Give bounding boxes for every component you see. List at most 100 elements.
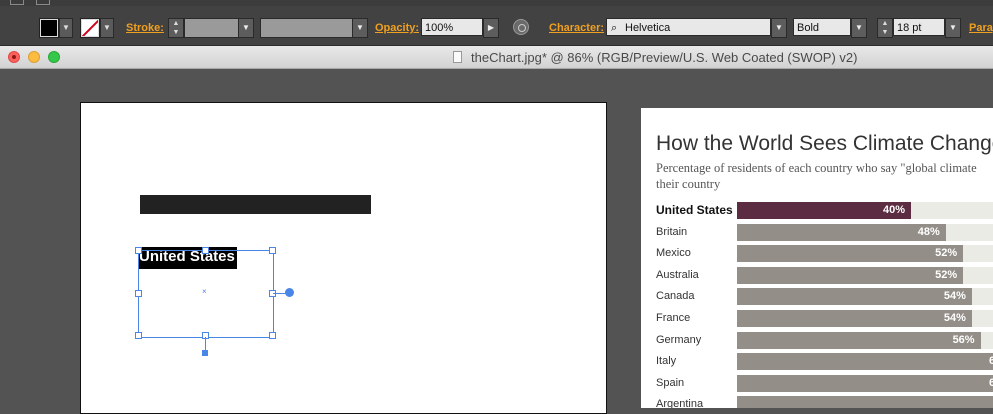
bar-track: 52% [737,266,993,284]
bar: 54% [737,288,972,306]
font-style-input[interactable]: Bold [793,18,851,36]
bar-value-label: 52% [935,247,958,260]
bar-track: 40% [737,202,993,219]
bar-category-label: Australia [656,268,699,281]
bar: 48% [737,223,946,241]
stroke-label[interactable]: Stroke: [126,22,164,34]
chart-subtitle-line: their country [656,177,721,191]
artboard[interactable]: United States × [80,102,607,414]
opacity-input[interactable]: 100% [421,18,483,36]
font-size-spinner[interactable]: ▲ ▼ [877,18,893,38]
bar-category-label: Argentina [656,398,704,408]
bar-row: Canada 54% [641,288,993,306]
bar-category-label: France [656,312,691,324]
bar-value-label: 52% [935,268,958,281]
stroke-swatch-dropdown-icon[interactable]: ▼ [100,18,114,38]
anchor-line [205,337,206,351]
fill-swatch[interactable] [40,19,58,37]
bar-track: 52% [737,245,993,263]
profile-dropdown-icon[interactable]: ▼ [352,18,368,38]
bar-category-label: Germany [656,333,702,346]
font-size-dropdown-icon[interactable]: ▼ [945,18,961,38]
bar: 52% [737,266,964,284]
resize-handle[interactable] [135,247,142,254]
resize-handle[interactable] [269,332,276,339]
bar-category-label: Canada [656,290,695,303]
font-size-input[interactable]: 18 pt [893,18,945,36]
stroke-weight-spinner[interactable]: ▲ ▼ [168,18,184,38]
paragraph-label[interactable]: Parag [969,22,993,34]
stroke-swatch[interactable] [81,19,99,37]
font-family-value: Helvetica [625,22,671,34]
bar-row: France 54% [641,310,993,327]
bar-row: United States 40% [641,202,993,219]
search-icon: ⌕ [611,22,618,34]
resize-handle[interactable] [202,247,209,254]
bar-row: Mexico 52% [641,245,993,263]
bar-category-label: Mexico [656,247,691,260]
center-point-icon: × [202,287,207,296]
bar-value-label: 54% [943,312,966,324]
bar-category-label: Britain [656,225,688,238]
bar-category-label: Spain [656,376,685,389]
bar-row: Argentina [641,396,993,408]
text-out-port[interactable] [285,288,294,297]
resize-handle[interactable] [135,332,142,339]
bar-row: Britain 48% [641,223,993,241]
bar-value-label: 48% [917,225,940,238]
font-family-dropdown-icon[interactable]: ▼ [771,18,787,38]
bar: 52% [737,245,964,263]
opacity-arrow-icon[interactable]: ▶ [483,18,499,38]
bar-track: 54% [737,288,993,306]
close-window-button[interactable] [8,51,20,63]
control-bar: ▼ ▼ Stroke: ▲ ▼ ▼ ▼ Opacity: 100% ▶ Chara… [0,6,993,46]
canvas-workspace[interactable]: United States × How the World Sees Clima… [0,69,993,414]
reference-chart-image: How the World Sees Climate Change Percen… [641,108,993,408]
text-anchor-handle[interactable] [202,350,208,356]
bar-row: Spain 6 [641,374,993,392]
zoom-window-button[interactable] [48,51,60,63]
bar: 6 [737,353,993,371]
opacity-label[interactable]: Opacity: [375,22,419,34]
bar-category-label: Italy [656,355,677,368]
chart-title: How the World Sees Climate Change [656,132,993,155]
resize-handle[interactable] [135,290,142,297]
document-title-bar[interactable]: theChart.jpg* @ 86% (RGB/Preview/U.S. We… [0,46,993,69]
bar-row: Italy 6 [641,353,993,371]
bar-value-label: 54% [943,290,966,303]
bar: 54% [737,310,972,327]
top-strip-box [36,0,50,5]
stroke-weight-field[interactable] [184,18,240,38]
recolor-artwork-icon[interactable] [513,19,529,35]
font-style-dropdown-icon[interactable]: ▼ [851,18,867,38]
bar-track: 6 [737,353,993,371]
character-label[interactable]: Character: [549,22,604,34]
minimize-window-button[interactable] [28,51,40,63]
bar-value-label: 6 [989,355,993,368]
resize-handle[interactable] [269,247,276,254]
fill-dropdown-icon[interactable]: ▼ [59,18,73,38]
bar-track [737,396,993,408]
bar: 6 [737,374,993,392]
bar: 40% [737,202,911,219]
bar-row: Australia 52% [641,266,993,284]
bar-track: 6 [737,374,993,392]
variable-width-profile[interactable] [260,18,354,38]
bar-value-label: 6 [989,376,993,389]
stroke-weight-dropdown-icon[interactable]: ▼ [238,18,254,38]
chart-subtitle-line: Percentage of residents of each country … [656,161,977,175]
bar-track: 56% [737,331,993,349]
bar [737,396,993,408]
bar-track: 54% [737,310,993,327]
font-family-input[interactable]: ⌕ Helvetica [606,18,771,36]
bar-row: Germany 56% [641,331,993,349]
document-title: theChart.jpg* @ 86% (RGB/Preview/U.S. We… [471,50,858,65]
bar-value-label: 56% [952,333,975,346]
top-strip-box [10,0,24,5]
bar: 56% [737,331,981,349]
bar-value-label: 40% [882,204,905,216]
bar-category-label: United States [656,203,733,217]
bar-track: 48% [737,223,993,241]
rectangle-shape[interactable] [140,195,371,214]
document-icon [453,51,462,63]
